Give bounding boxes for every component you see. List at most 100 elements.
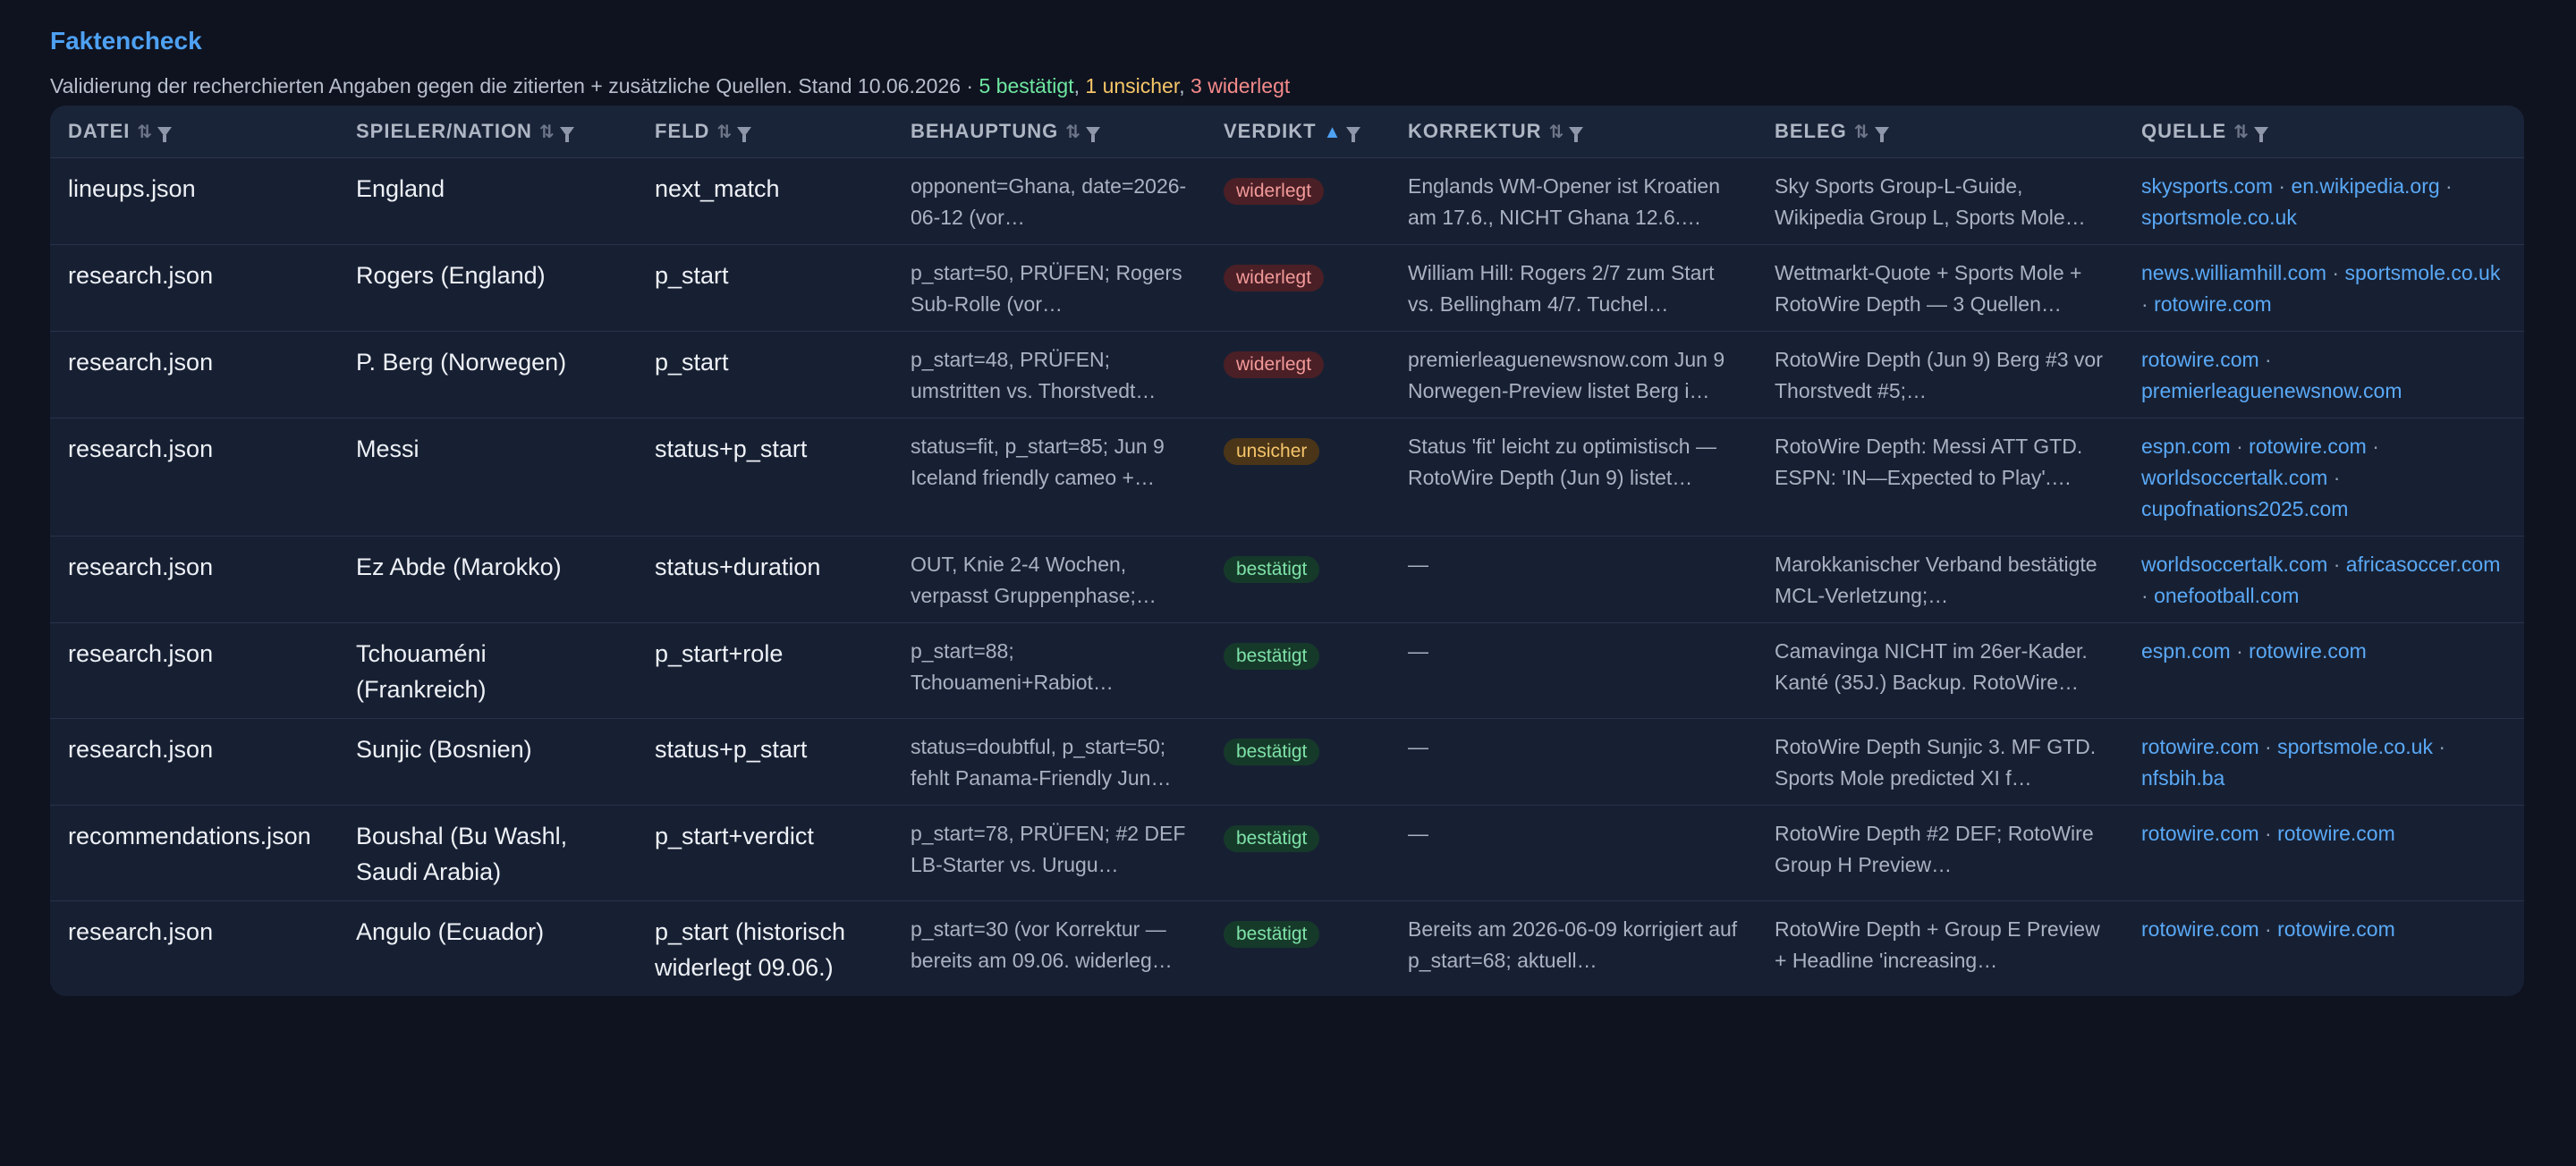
source-link[interactable]: rotowire.com — [2141, 735, 2259, 758]
cell-verdikt: bestätigt — [1206, 805, 1390, 901]
cell-beleg: Wettmarkt-Quote + Sports Mole + RotoWire… — [1757, 244, 2123, 332]
source-link[interactable]: sportsmole.co.uk — [2141, 206, 2297, 229]
source-separator: · — [2432, 735, 2446, 758]
table-row[interactable]: research.json Messi status+p_start status=f… — [50, 418, 2524, 537]
cell-quelle: espn.com · rotowire.com — [2123, 622, 2524, 719]
column-header-korrektur[interactable]: KORREKTUR ⇅ — [1390, 106, 1757, 158]
source-link[interactable]: rotowire.com — [2141, 917, 2259, 941]
cell-quelle: news.williamhill.com · sportsmole.co.uk … — [2123, 244, 2524, 332]
count-confirmed: 5 bestätigt — [979, 74, 1074, 97]
filter-icon[interactable] — [737, 127, 752, 142]
cell-quelle: rotowire.com · sportsmole.co.uk · nfsbih… — [2123, 718, 2524, 806]
source-link[interactable]: worldsoccertalk.com — [2141, 553, 2327, 576]
column-header-label: BELEG — [1775, 120, 1847, 142]
subtitle-sep: , — [1179, 74, 1191, 97]
source-link[interactable]: rotowire.com — [2154, 292, 2272, 316]
table-row[interactable]: research.json Rogers (England) p_start p_st… — [50, 244, 2524, 332]
source-link[interactable]: nfsbih.ba — [2141, 766, 2224, 790]
source-link[interactable]: news.williamhill.com — [2141, 261, 2326, 284]
table-row[interactable]: research.json Angulo (Ecuador) p_start (hi… — [50, 900, 2524, 996]
column-header-beleg[interactable]: BELEG ⇅ — [1757, 106, 2123, 158]
column-header-behauptung[interactable]: BEHAUPTUNG ⇅ — [893, 106, 1206, 158]
column-header-spieler-nation[interactable]: SPIELER/NATION ⇅ — [338, 106, 637, 158]
source-separator: · — [2327, 553, 2346, 576]
sort-icon[interactable]: ⇅ — [2233, 123, 2249, 142]
source-link[interactable]: sportsmole.co.uk — [2345, 261, 2501, 284]
factcheck-table-container: DATEI ⇅ SPIELER/NATION ⇅ FELD ⇅ BEHAUPTUNG ⇅ VER… — [50, 106, 2524, 996]
sort-icon[interactable]: ⇅ — [716, 123, 732, 142]
cell-behauptung: opponent=Ghana, date=2026-06-12 (vor… — [893, 157, 1206, 245]
korrektur-text: — — [1408, 735, 1428, 758]
behauptung-text: p_start=88; Tchouameni+Rabiot… — [911, 639, 1114, 694]
source-link[interactable]: rotowire.com — [2277, 917, 2395, 941]
source-link[interactable]: cupofnations2025.com — [2141, 497, 2348, 520]
filter-icon[interactable] — [1569, 127, 1584, 142]
table-row[interactable]: research.json Tchouaméni (Frankreich) p_st… — [50, 622, 2524, 719]
column-header-feld[interactable]: FELD ⇅ — [637, 106, 893, 158]
cell-spieler: Angulo (Ecuador) — [338, 900, 637, 996]
sort-asc-icon[interactable]: ▲ — [1324, 123, 1342, 142]
cell-verdikt: unsicher — [1206, 418, 1390, 537]
source-link[interactable]: rotowire.com — [2141, 348, 2259, 371]
source-link[interactable]: onefootball.com — [2154, 584, 2299, 607]
column-header-quelle[interactable]: QUELLE ⇅ — [2123, 106, 2524, 158]
sort-icon[interactable]: ⇅ — [539, 123, 555, 142]
source-link[interactable]: africasoccer.com — [2346, 553, 2501, 576]
filter-icon[interactable] — [1874, 127, 1889, 142]
source-link[interactable]: en.wikipedia.org — [2291, 174, 2439, 198]
filter-icon[interactable] — [559, 127, 574, 142]
cell-datei: research.json — [50, 331, 338, 418]
count-refuted: 3 widerlegt — [1191, 74, 1291, 97]
table-row[interactable]: recommendations.json Boushal (Bu Washl, S… — [50, 805, 2524, 901]
cell-verdikt: bestätigt — [1206, 718, 1390, 806]
cell-beleg: Marokkanischer Verband bestätigte MCL-Ve… — [1757, 536, 2123, 623]
filter-icon[interactable] — [1346, 127, 1361, 142]
source-link[interactable]: sportsmole.co.uk — [2277, 735, 2433, 758]
beleg-text: RotoWire Depth + Group E Preview + Headl… — [1775, 917, 2100, 972]
beleg-text: Sky Sports Group-L-Guide, Wikipedia Grou… — [1775, 174, 2086, 229]
beleg-text: RotoWire Depth: Messi ATT GTD. ESPN: 'IN… — [1775, 435, 2083, 489]
column-header-verdikt[interactable]: VERDIKT ▲ — [1206, 106, 1390, 158]
cell-korrektur: — — [1390, 805, 1757, 901]
source-separator: · — [2272, 174, 2292, 198]
source-link[interactable]: rotowire.com — [2249, 435, 2367, 458]
korrektur-text: Bereits am 2026-06-09 korrigiert auf p_s… — [1408, 917, 1738, 972]
filter-icon[interactable] — [2254, 127, 2268, 142]
source-link[interactable]: rotowire.com — [2249, 639, 2367, 663]
column-header-datei[interactable]: DATEI ⇅ — [50, 106, 338, 158]
source-link[interactable]: espn.com — [2141, 435, 2231, 458]
table-row[interactable]: research.json Ez Abde (Marokko) status+dur… — [50, 536, 2524, 623]
filter-icon[interactable] — [1086, 127, 1100, 142]
filter-icon[interactable] — [157, 127, 173, 142]
subtitle-text: Validierung der recherchierten Angaben g… — [50, 74, 979, 97]
source-link[interactable]: rotowire.com — [2141, 822, 2259, 845]
verdict-badge: bestätigt — [1224, 825, 1320, 852]
table-row[interactable]: lineups.json England next_match opponent=Gh… — [50, 157, 2524, 245]
source-link[interactable]: skysports.com — [2141, 174, 2273, 198]
source-separator: · — [2366, 435, 2379, 458]
sort-icon[interactable]: ⇅ — [1065, 123, 1080, 142]
cell-feld: p_start (historisch widerlegt 09.06.) — [637, 900, 893, 996]
table-header-row: DATEI ⇅ SPIELER/NATION ⇅ FELD ⇅ BEHAUPTUNG ⇅ VER… — [50, 106, 2524, 158]
cell-quelle: skysports.com · en.wikipedia.org · sport… — [2123, 157, 2524, 245]
sort-icon[interactable]: ⇅ — [1549, 123, 1564, 142]
sort-icon[interactable]: ⇅ — [1854, 123, 1869, 142]
page-title: Faktencheck — [50, 27, 202, 55]
source-separator: · — [2141, 292, 2155, 316]
source-link[interactable]: premierleaguenewsnow.com — [2141, 379, 2402, 402]
cell-korrektur: — — [1390, 718, 1757, 806]
cell-quelle: rotowire.com · premierleaguenewsnow.com — [2123, 331, 2524, 418]
cell-verdikt: widerlegt — [1206, 331, 1390, 418]
source-link[interactable]: worldsoccertalk.com — [2141, 466, 2327, 489]
sort-icon[interactable]: ⇅ — [137, 123, 152, 142]
table-row[interactable]: research.json Sunjic (Bosnien) status+p_st… — [50, 718, 2524, 806]
table-row[interactable]: research.json P. Berg (Norwegen) p_start p_… — [50, 331, 2524, 418]
source-link[interactable]: rotowire.com — [2277, 822, 2395, 845]
beleg-text: RotoWire Depth (Jun 9) Berg #3 vor Thors… — [1775, 348, 2103, 402]
cell-spieler: Tchouaméni (Frankreich) — [338, 622, 637, 719]
korrektur-text: — — [1408, 822, 1428, 845]
cell-verdikt: widerlegt — [1206, 157, 1390, 245]
source-link[interactable]: espn.com — [2141, 639, 2231, 663]
column-header-label: BEHAUPTUNG — [911, 120, 1059, 142]
cell-feld: next_match — [637, 157, 893, 245]
